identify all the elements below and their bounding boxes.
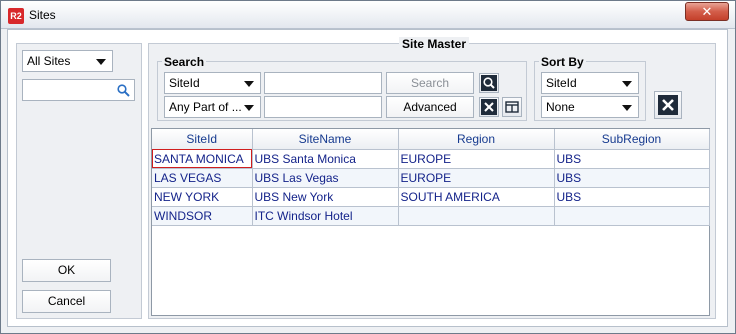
search-field-dropdown[interactable]: SiteId (164, 72, 261, 94)
cell-subregion[interactable]: UBS (554, 187, 710, 207)
close-icon (658, 95, 678, 115)
search-group-label: Search (162, 55, 207, 69)
cell-sitename[interactable]: UBS Las Vegas (252, 168, 399, 188)
sort-secondary-dropdown[interactable]: None (541, 96, 639, 118)
sort-secondary-value: None (546, 100, 575, 114)
chevron-down-icon (622, 105, 632, 111)
cell-subregion[interactable] (554, 206, 710, 226)
search-icon-button[interactable] (479, 73, 499, 93)
ok-button[interactable]: OK (22, 259, 111, 282)
site-filter-value: All Sites (27, 54, 71, 68)
cell-sitename[interactable]: UBS New York (252, 187, 399, 207)
table-row[interactable]: LAS VEGAS UBS Las Vegas EUROPE UBS (152, 168, 710, 188)
cell-region[interactable]: EUROPE (398, 168, 555, 188)
reset-sort-button[interactable] (654, 91, 682, 119)
table-row[interactable]: WINDSOR ITC Windsor Hotel (152, 206, 710, 226)
app-icon: R2 (8, 8, 24, 24)
columns-icon (505, 101, 519, 113)
chevron-down-icon (622, 81, 632, 87)
close-button[interactable]: ✕ (685, 2, 729, 21)
advanced-button[interactable]: Advanced (386, 96, 474, 118)
column-chooser-button[interactable] (502, 97, 522, 117)
site-filter-dropdown[interactable]: All Sites (22, 50, 113, 72)
cell-sitename[interactable]: UBS Santa Monica (252, 149, 399, 169)
cell-subregion[interactable]: UBS (554, 168, 710, 188)
search-button[interactable]: Search (386, 72, 474, 94)
cell-siteid[interactable]: WINDSOR (152, 206, 253, 226)
cell-region[interactable] (398, 206, 555, 226)
site-search-input[interactable] (22, 79, 135, 101)
search-icon (481, 75, 497, 91)
cell-siteid[interactable]: SANTA MONICA (152, 149, 253, 169)
column-header-region[interactable]: Region (398, 129, 555, 150)
clear-search-button[interactable] (479, 97, 499, 117)
search-field-value: SiteId (169, 76, 200, 90)
column-header-subregion[interactable]: SubRegion (554, 129, 710, 150)
sites-grid: SiteId SiteName Region SubRegion SANTA M… (151, 128, 710, 316)
match-type-dropdown[interactable]: Any Part of ... (164, 96, 261, 118)
cell-sitename[interactable]: ITC Windsor Hotel (252, 206, 399, 226)
match-value-input[interactable] (264, 96, 382, 118)
cell-siteid[interactable]: LAS VEGAS (152, 168, 253, 188)
panel-title: Site Master (399, 37, 470, 51)
cancel-button[interactable]: Cancel (22, 290, 111, 313)
match-type-value: Any Part of ... (169, 100, 242, 114)
search-value-input[interactable] (264, 72, 382, 94)
table-row[interactable]: NEW YORK UBS New York SOUTH AMERICA UBS (152, 187, 710, 207)
column-header-sitename[interactable]: SiteName (252, 129, 399, 150)
sort-primary-dropdown[interactable]: SiteId (541, 72, 639, 94)
table-row[interactable]: SANTA MONICA UBS Santa Monica EUROPE UBS (152, 149, 710, 169)
cell-region[interactable]: EUROPE (398, 149, 555, 169)
search-icon[interactable] (117, 84, 130, 97)
title-bar[interactable]: R2 Sites ✕ (1, 1, 735, 29)
close-icon (481, 99, 497, 115)
chevron-down-icon (96, 59, 106, 65)
sort-group-label: Sort By (539, 55, 586, 69)
column-header-siteid[interactable]: SiteId (152, 129, 253, 150)
cell-region[interactable]: SOUTH AMERICA (398, 187, 555, 207)
chevron-down-icon (244, 81, 254, 87)
window-title: Sites (29, 8, 56, 22)
chevron-down-icon (244, 105, 254, 111)
sort-primary-value: SiteId (546, 76, 577, 90)
cell-siteid[interactable]: NEW YORK (152, 187, 253, 207)
grid-header-row: SiteId SiteName Region SubRegion (152, 129, 710, 150)
cell-subregion[interactable]: UBS (554, 149, 710, 169)
